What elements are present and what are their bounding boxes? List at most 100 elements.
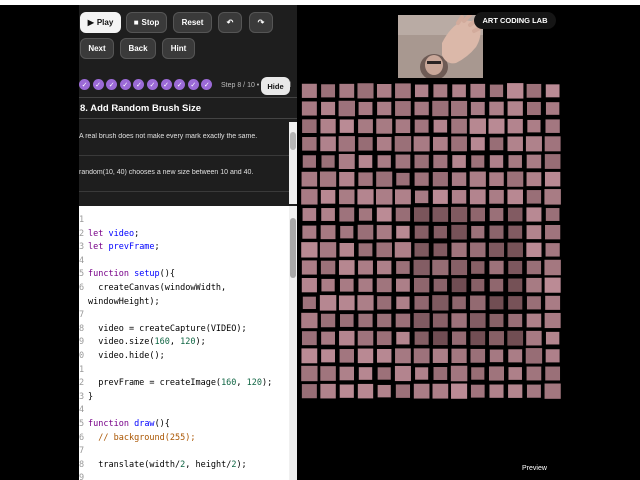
brush-square (451, 190, 467, 204)
code-editor[interactable]: 1 2 let video; 3 let prevFrame; 4 5 function se… (79, 206, 297, 480)
brush-square (358, 155, 373, 168)
editor-scroll-thumb[interactable] (290, 218, 296, 278)
step-complete-check-icon: ✓ (133, 79, 145, 90)
code-line[interactable]: 1 (79, 214, 88, 228)
code-line[interactable]: 2 let video; (79, 228, 139, 242)
brush-square (414, 101, 429, 116)
play-button[interactable]: ▶ Play (80, 12, 121, 33)
play-icon: ▶ (87, 18, 94, 27)
brush-square (395, 348, 411, 364)
code-line[interactable]: 7 (79, 309, 88, 323)
code-line[interactable]: 3 let prevFrame; (79, 241, 160, 255)
brush-square (320, 383, 336, 399)
brush-square (433, 278, 448, 292)
brush-square (545, 119, 560, 133)
instructions-scroll-thumb[interactable] (290, 132, 296, 150)
brush-square (545, 208, 560, 221)
instruction-text-2: random(10, 40) chooses a new size betwee… (79, 169, 254, 176)
redo-button[interactable]: ↷ (249, 12, 273, 33)
step-complete-check-icon: ✓ (106, 79, 118, 90)
step-complete-check-icon: ✓ (174, 79, 186, 90)
editor-scrollbar[interactable] (289, 206, 297, 480)
code-line[interactable]: 3} (79, 391, 93, 405)
brush-square (321, 155, 335, 168)
brush-square (451, 172, 467, 186)
code-line[interactable]: 4 (79, 255, 88, 269)
next-button[interactable]: Next (80, 38, 114, 59)
instructions-scrollbar[interactable] (289, 122, 297, 204)
code-line[interactable]: 8 translate(width/2, height/2); (79, 459, 247, 473)
brush-square (451, 136, 467, 152)
brush-square (433, 154, 448, 169)
brush-square (321, 84, 336, 98)
brush-square (545, 349, 560, 363)
code-line[interactable]: 5 function setup(){ (79, 268, 175, 282)
code-line[interactable]: 6 createCanvas(windowWidth, (79, 282, 226, 296)
undo-button[interactable]: ↶ (218, 12, 242, 33)
brush-square (452, 84, 466, 98)
line-number: 1 (79, 364, 85, 375)
brush-square (413, 277, 430, 293)
brush-square (526, 313, 542, 328)
brush-square (489, 101, 504, 116)
stop-button[interactable]: ■ Stop (126, 12, 167, 33)
brush-square (525, 136, 542, 152)
code-line[interactable]: 0 video.hide(); (79, 350, 165, 364)
brush-square (433, 84, 448, 98)
brush-square (507, 189, 523, 205)
hint-button[interactable]: Hint (162, 38, 195, 59)
brush-square (413, 348, 430, 364)
line-number: 7 (79, 310, 85, 321)
reset-button[interactable]: Reset (173, 12, 212, 33)
brush-square (507, 83, 524, 99)
code-line[interactable]: 5 function draw(){ (79, 418, 170, 432)
step-complete-check-icon: ✓ (160, 79, 172, 90)
line-number: 9 (79, 337, 85, 348)
webcam-image (398, 15, 483, 78)
brush-square (302, 155, 316, 168)
code-line[interactable]: 6 // background(255); (79, 432, 195, 446)
brush-square (376, 118, 393, 134)
brush-square (339, 171, 355, 187)
brush-square (339, 207, 355, 222)
brush-square (376, 278, 392, 293)
brush-square (301, 331, 317, 346)
brush-square (544, 189, 561, 205)
brush-square (340, 225, 354, 239)
brush-square (339, 119, 354, 133)
brush-square (469, 313, 486, 328)
brush-square (339, 189, 355, 205)
brush-square (320, 225, 336, 240)
code-line[interactable]: 9 (79, 472, 88, 480)
hide-button[interactable]: Hide (261, 77, 290, 95)
brush-square (413, 383, 430, 399)
line-number: 6 (79, 432, 85, 443)
brush-square (301, 260, 317, 275)
brush-square (357, 330, 374, 346)
brush-square (451, 259, 468, 276)
sketch-canvas[interactable] (300, 82, 562, 400)
brush-square (319, 295, 337, 311)
code-line[interactable]: 8 video = createCapture(VIDEO); (79, 323, 247, 337)
code-line[interactable]: 4 (79, 404, 88, 418)
brush-square (377, 367, 391, 380)
brush-square (357, 383, 374, 399)
brush-square (489, 278, 504, 292)
brush-square (394, 365, 411, 382)
brush-square (302, 137, 317, 151)
brush-square (432, 313, 448, 328)
back-button[interactable]: Back (120, 38, 156, 59)
code-line[interactable]: 2 prevFrame = createImage(160, 120); (79, 377, 272, 391)
brand-badge: ART CODING LAB (474, 12, 556, 29)
brush-square (377, 384, 391, 398)
brush-square (489, 260, 504, 275)
code-line[interactable]: 7 (79, 445, 88, 459)
brush-square (338, 100, 355, 117)
code-line[interactable]: 1 (79, 364, 88, 378)
brush-square (545, 102, 560, 115)
brush-square (471, 278, 485, 292)
brush-square (507, 118, 523, 134)
code-line[interactable]: 9 video.size(160, 120); (79, 336, 206, 350)
brush-square (527, 119, 541, 133)
code-line[interactable]: windowHeight); (79, 296, 160, 310)
